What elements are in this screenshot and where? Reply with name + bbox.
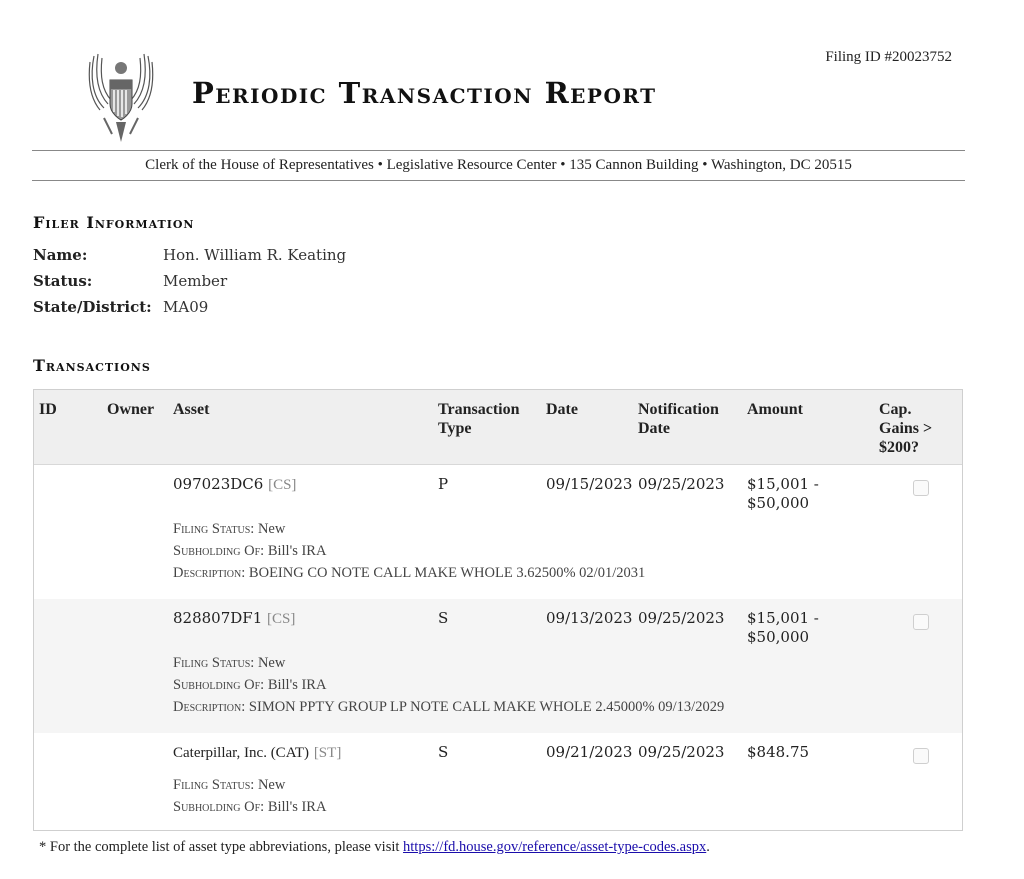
- amount: $15,001 - $50,000: [747, 475, 819, 513]
- subholding-label: Subholding Of:: [173, 799, 265, 815]
- transactions-heading: Transactions: [33, 356, 151, 375]
- asset-cell: Caterpillar, Inc. (CAT) [ST]: [173, 743, 341, 763]
- divider: [32, 150, 965, 151]
- subholding-label: Subholding Of:: [173, 543, 265, 559]
- filer-status-label: Status:: [33, 272, 93, 290]
- col-asset: Asset: [173, 401, 210, 418]
- asset-type-code: [CS]: [268, 477, 297, 493]
- divider: [32, 180, 965, 181]
- table-header: ID Owner Asset Transaction Type Date Not…: [34, 390, 962, 465]
- filer-state-label: State/District:: [33, 298, 152, 316]
- amount-line2: $50,000: [747, 628, 810, 646]
- page-title: Periodic Transaction Report: [192, 76, 657, 110]
- col-notification-line1: Notification: [638, 401, 719, 418]
- asset-cell: 097023DC6 [CS]: [173, 475, 296, 495]
- subholding-value: Bill's IRA: [267, 799, 327, 815]
- filer-name-row: Name: Hon. William R. Keating: [33, 246, 346, 264]
- col-cap-gains-line2: Gains >: [879, 420, 933, 437]
- filing-status-label: Filing Status:: [173, 655, 255, 671]
- table-row: Caterpillar, Inc. (CAT) [ST] S 09/21/202…: [34, 733, 962, 830]
- col-cap-gains-line1: Cap.: [879, 401, 912, 418]
- description-value: SIMON PPTY GROUP LP NOTE CALL MAKE WHOLE…: [248, 699, 725, 715]
- amount-line1: $15,001 -: [747, 609, 819, 627]
- col-amount: Amount: [747, 401, 804, 418]
- filing-status: Filing Status: New: [173, 777, 285, 794]
- notification-date: 09/25/2023: [638, 609, 725, 627]
- description: Description: BOEING CO NOTE CALL MAKE WH…: [173, 565, 645, 582]
- transaction-type: S: [438, 609, 449, 627]
- col-transaction-type: Transaction Type: [438, 400, 519, 438]
- transaction-date: 09/21/2023: [546, 743, 633, 761]
- col-notification-line2: Date: [638, 420, 670, 437]
- transaction-date: 09/13/2023: [546, 609, 633, 627]
- notification-date: 09/25/2023: [638, 475, 725, 493]
- filer-status-value: Member: [163, 272, 228, 290]
- col-id: ID: [39, 401, 57, 418]
- filer-state-row: State/District: MA09: [33, 298, 208, 316]
- description-label: Description:: [173, 699, 246, 715]
- filing-status: Filing Status: New: [173, 655, 285, 672]
- cap-gains-checkbox[interactable]: [913, 480, 929, 496]
- asset-type-code: [CS]: [267, 611, 296, 627]
- col-transaction-type-line1: Transaction: [438, 401, 520, 418]
- asset-type-code: [ST]: [313, 745, 342, 761]
- filing-id: Filing ID #20023752: [825, 49, 952, 65]
- asset-name: Caterpillar, Inc. (CAT): [173, 745, 310, 761]
- amount: $848.75: [747, 743, 809, 762]
- filer-name-label: Name:: [33, 246, 88, 264]
- col-date: Date: [546, 401, 578, 418]
- subholding-value: Bill's IRA: [267, 543, 327, 559]
- transactions-table: ID Owner Asset Transaction Type Date Not…: [33, 389, 963, 831]
- asset-cell: 828807DF1 [CS]: [173, 609, 295, 629]
- filing-status: Filing Status: New: [173, 521, 285, 538]
- col-notification-date: Notification Date: [638, 400, 719, 438]
- office-address: Clerk of the House of Representatives • …: [145, 157, 852, 173]
- table-row: 828807DF1 [CS] S 09/13/2023 09/25/2023 $…: [34, 599, 962, 733]
- notification-date: 09/25/2023: [638, 743, 725, 761]
- filer-state-value: MA09: [163, 298, 209, 316]
- table-row: 097023DC6 [CS] P 09/15/2023 09/25/2023 $…: [34, 465, 962, 599]
- col-owner: Owner: [107, 401, 155, 418]
- eagle-seal-icon: [88, 53, 154, 142]
- footnote-end: .: [706, 839, 710, 855]
- asset-type-codes-link[interactable]: https://fd.house.gov/reference/asset-typ…: [403, 839, 706, 855]
- col-transaction-type-line2: Type: [438, 420, 472, 437]
- transaction-type: P: [438, 475, 449, 493]
- subholding: Subholding Of: Bill's IRA: [173, 543, 326, 560]
- description-label: Description:: [173, 565, 246, 581]
- filing-status-value: New: [257, 655, 286, 671]
- filer-name-value: Hon. William R. Keating: [163, 246, 347, 264]
- col-cap-gains-line3: $200?: [879, 439, 919, 456]
- filer-status-row: Status: Member: [33, 272, 227, 290]
- cap-gains-checkbox[interactable]: [913, 614, 929, 630]
- subholding: Subholding Of: Bill's IRA: [173, 799, 326, 816]
- subholding: Subholding Of: Bill's IRA: [173, 677, 326, 694]
- transaction-type: S: [438, 743, 449, 761]
- subholding-label: Subholding Of:: [173, 677, 265, 693]
- amount-line1: $15,001 -: [747, 475, 819, 493]
- subholding-value: Bill's IRA: [267, 677, 327, 693]
- amount: $15,001 - $50,000: [747, 609, 819, 647]
- filing-status-value: New: [257, 521, 286, 537]
- filing-status-label: Filing Status:: [173, 777, 255, 793]
- col-cap-gains: Cap. Gains > $200?: [879, 400, 932, 457]
- amount-line2: $50,000: [747, 494, 810, 512]
- filing-status-label: Filing Status:: [173, 521, 255, 537]
- description: Description: SIMON PPTY GROUP LP NOTE CA…: [173, 699, 724, 716]
- filing-status-value: New: [257, 777, 286, 793]
- transaction-date: 09/15/2023: [546, 475, 633, 493]
- asset-name: 097023DC6: [173, 475, 264, 493]
- amount-line1: $848.75: [747, 743, 810, 761]
- description-value: BOEING CO NOTE CALL MAKE WHOLE 3.62500% …: [248, 565, 646, 581]
- cap-gains-checkbox[interactable]: [913, 748, 929, 764]
- footnote: * For the complete list of asset type ab…: [39, 839, 710, 856]
- filer-information-heading: Filer Information: [33, 213, 195, 232]
- asset-name: 828807DF1: [173, 609, 263, 627]
- footnote-text: * For the complete list of asset type ab…: [39, 839, 404, 855]
